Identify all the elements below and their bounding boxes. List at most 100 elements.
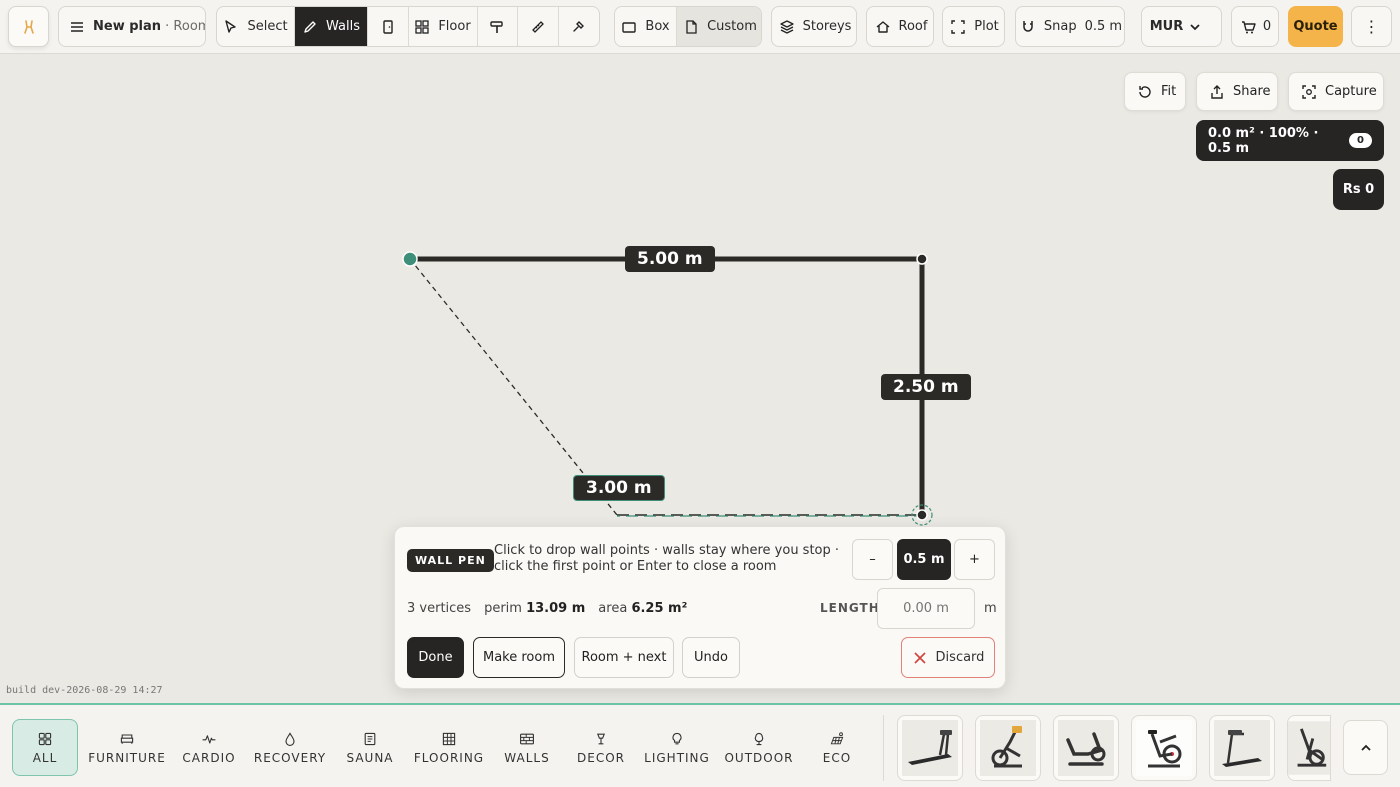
custom-shape-button[interactable]: Custom (677, 7, 761, 46)
lamp-icon (593, 731, 609, 747)
step-increase-button[interactable]: + (954, 539, 995, 580)
document-icon (683, 19, 699, 35)
box-shape-button[interactable]: Box (615, 7, 677, 46)
category-label: WALLS (504, 750, 550, 765)
category-label: FURNITURE (88, 750, 166, 765)
category-cardio[interactable]: CARDIO (178, 719, 240, 776)
plan-stats-pill: 0.0 m² · 100% · 0.5 m 0 (1196, 120, 1384, 161)
area-label: area (598, 601, 628, 616)
category-flooring[interactable]: FLOORING (412, 719, 486, 776)
ruler-icon (530, 19, 546, 35)
make-room-button[interactable]: Make room (473, 637, 565, 678)
top-wall-dimension: 5.00 m (625, 246, 715, 272)
category-recovery[interactable]: RECOVERY (252, 719, 328, 776)
category-eco[interactable]: ECO (814, 719, 860, 776)
category-lighting[interactable]: LIGHTING (642, 719, 712, 776)
tiles-icon (441, 731, 457, 747)
select-tool-button[interactable]: Select (217, 7, 295, 46)
catalog-bar: ALL FURNITURE CARDIO RECOVERY SAUNA FLOO… (0, 703, 1400, 787)
pencil-icon (302, 19, 318, 35)
floor-tool-button[interactable]: Floor (409, 7, 478, 46)
category-outdoor[interactable]: OUTDOOR (724, 719, 794, 776)
room-next-button[interactable]: Room + next (574, 637, 674, 678)
make-room-label: Make room (482, 650, 555, 665)
right-wall-length: 2.50 m (893, 377, 959, 397)
category-label: LIGHTING (644, 750, 710, 765)
sofa-icon (119, 731, 135, 747)
cart-button[interactable]: 0 (1232, 7, 1278, 46)
step-value: 0.5 m (897, 539, 951, 580)
current-vertex[interactable] (916, 509, 928, 521)
right-wall-dimension: 2.50 m (881, 374, 971, 400)
top-toolbar: New plan · Room 1 Select Walls Floor (0, 0, 1400, 54)
wall-pen-tag: WALL PEN (407, 549, 494, 572)
cart-icon (1241, 19, 1257, 35)
length-unit: m (984, 601, 997, 616)
snap-button[interactable]: Snap 0.5 m (1016, 7, 1124, 46)
catalog-divider (883, 715, 884, 781)
share-icon (1209, 84, 1225, 100)
done-button[interactable]: Done (407, 637, 464, 678)
price-total: Rs 0 (1342, 182, 1375, 197)
product-elliptical[interactable] (1287, 715, 1331, 781)
category-label: FLOORING (413, 750, 485, 765)
product-recumbent-bike[interactable] (1053, 715, 1119, 781)
quote-button[interactable]: Quote (1288, 6, 1343, 47)
currency-select[interactable]: MUR (1142, 7, 1221, 46)
brick-icon (519, 731, 535, 747)
product-spin-bike[interactable] (1131, 715, 1197, 781)
share-button[interactable]: Share (1196, 72, 1278, 111)
plan-menu[interactable]: New plan · Room 1 (58, 6, 206, 47)
step-value-label: 0.5 m (903, 552, 945, 567)
roof-button[interactable]: Roof (867, 7, 933, 46)
plot-button[interactable]: Plot (943, 7, 1004, 46)
start-vertex[interactable] (402, 251, 418, 267)
category-walls[interactable]: WALLS (498, 719, 556, 776)
undo-button[interactable]: Undo (682, 637, 740, 678)
app-logo[interactable] (8, 6, 49, 47)
quote-label: Quote (1293, 19, 1338, 34)
recumbent-bike-icon (1058, 720, 1114, 776)
more-menu-button[interactable]: ⋮ (1351, 6, 1392, 47)
fit-button[interactable]: Fit (1124, 72, 1186, 111)
category-all[interactable]: ALL (12, 719, 78, 776)
tree-icon (751, 731, 767, 747)
capture-button[interactable]: Capture (1288, 72, 1384, 111)
plan-menu-button[interactable]: New plan · Room 1 (59, 7, 205, 46)
product-folding-treadmill[interactable] (1209, 715, 1275, 781)
cart-count: 0 (1262, 19, 1272, 34)
category-label: RECOVERY (253, 750, 327, 765)
layers-icon (779, 19, 795, 35)
product-treadmill[interactable] (897, 715, 963, 781)
treadmill-icon (902, 720, 958, 776)
paint-tool-button[interactable] (478, 7, 518, 46)
discard-button[interactable]: Discard (901, 637, 995, 678)
step-decrease-button[interactable]: – (852, 539, 893, 580)
length-input[interactable] (877, 588, 975, 629)
storeys-group: Storeys (771, 6, 857, 47)
expand-catalog-button[interactable] (1343, 720, 1388, 775)
door-tool-button[interactable] (368, 7, 409, 46)
length-label: LENGTH (820, 601, 880, 615)
category-label: ECO (822, 750, 852, 765)
wall-pen-panel: WALL PEN Click to drop wall points · wal… (394, 526, 1006, 689)
vertex-count: 3 vertices (407, 601, 472, 616)
corner-vertex[interactable] (916, 253, 928, 265)
box-label: Box (645, 19, 670, 34)
fit-label: Fit (1161, 84, 1177, 99)
category-furniture[interactable]: FURNITURE (88, 719, 166, 776)
perimeter-value: 13.09 m (526, 601, 586, 616)
category-sauna[interactable]: SAUNA (340, 719, 400, 776)
measure-tool-button[interactable] (518, 7, 559, 46)
reset-view-icon (1137, 84, 1153, 100)
walls-tool-button[interactable]: Walls (295, 7, 368, 46)
category-decor[interactable]: DECOR (572, 719, 630, 776)
storeys-button[interactable]: Storeys (772, 7, 856, 46)
capture-label: Capture (1325, 84, 1377, 99)
area-value: 6.25 m² (631, 601, 688, 616)
build-tool-button[interactable] (559, 7, 599, 46)
door-icon (380, 19, 396, 35)
shape-group: Box Custom (614, 6, 762, 47)
solar-icon (829, 731, 845, 747)
product-exercise-bike[interactable] (975, 715, 1041, 781)
